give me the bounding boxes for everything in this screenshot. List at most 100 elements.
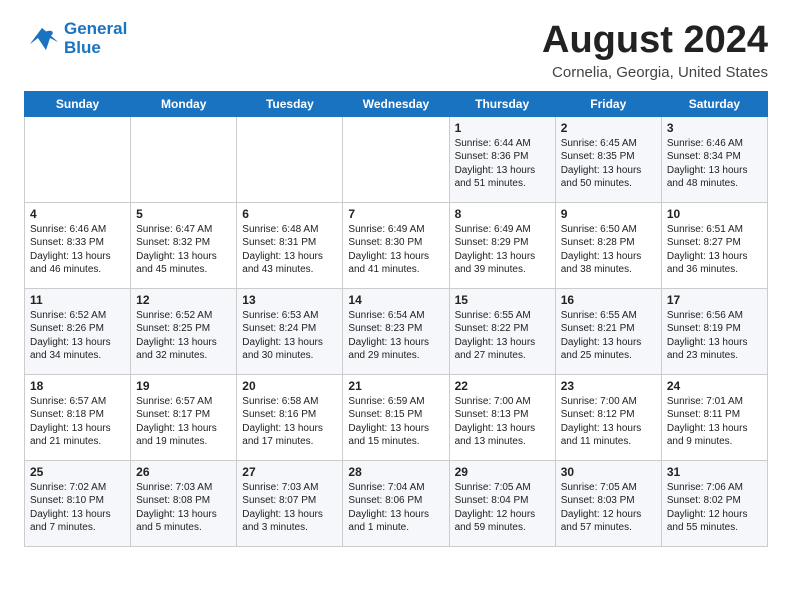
calendar-cell: 28Sunrise: 7:04 AMSunset: 8:06 PMDayligh… <box>343 460 449 546</box>
day-details: Sunrise: 7:01 AMSunset: 8:11 PMDaylight:… <box>667 395 762 449</box>
day-details: Sunrise: 6:57 AMSunset: 8:18 PMDaylight:… <box>30 395 125 449</box>
day-details: Sunrise: 6:52 AMSunset: 8:26 PMDaylight:… <box>30 309 125 363</box>
calendar-header: SundayMondayTuesdayWednesdayThursdayFrid… <box>25 91 768 116</box>
calendar-cell <box>343 116 449 202</box>
day-details: Sunrise: 6:52 AMSunset: 8:25 PMDaylight:… <box>136 309 231 363</box>
day-details: Sunrise: 7:00 AMSunset: 8:13 PMDaylight:… <box>455 395 550 449</box>
day-number: 25 <box>30 465 125 479</box>
calendar-week-2: 4 Sunrise: 6:46 AMSunset: 8:33 PMDaylight… <box>25 202 768 288</box>
day-number: 17 <box>667 293 762 307</box>
day-details: Sunrise: 6:54 AMSunset: 8:23 PMDaylight:… <box>348 309 443 363</box>
day-number: 5 <box>136 207 231 221</box>
calendar-cell: 21Sunrise: 6:59 AMSunset: 8:15 PMDayligh… <box>343 374 449 460</box>
title-block: August 2024 Cornelia, Georgia, United St… <box>542 20 768 81</box>
day-number: 13 <box>242 293 337 307</box>
calendar-cell: 2Sunrise: 6:45 AMSunset: 8:35 PMDaylight… <box>555 116 661 202</box>
calendar-week-3: 11 Sunrise: 6:52 AMSunset: 8:26 PMDayligh… <box>25 288 768 374</box>
calendar-cell: 14 Sunrise: 6:54 AMSunset: 8:23 PMDayligh… <box>343 288 449 374</box>
day-details: Sunrise: 6:46 AMSunset: 8:34 PMDaylight:… <box>667 137 762 191</box>
day-details: Sunrise: 7:03 AMSunset: 8:07 PMDaylight:… <box>242 481 337 535</box>
calendar-cell: 8Sunrise: 6:49 AMSunset: 8:29 PMDaylight… <box>449 202 555 288</box>
logo: General Blue <box>24 20 127 57</box>
day-details: Sunrise: 7:03 AMSunset: 8:08 PMDaylight:… <box>136 481 231 535</box>
calendar-cell: 23 Sunrise: 7:00 AMSunset: 8:12 PMDayligh… <box>555 374 661 460</box>
day-number: 24 <box>667 379 762 393</box>
logo-icon <box>24 24 60 54</box>
day-number: 6 <box>242 207 337 221</box>
day-details: Sunrise: 7:04 AMSunset: 8:06 PMDaylight:… <box>348 481 443 535</box>
day-number: 18 <box>30 379 125 393</box>
day-number: 29 <box>455 465 550 479</box>
calendar-cell <box>131 116 237 202</box>
logo-subtext: Blue <box>64 39 127 58</box>
day-details: Sunrise: 6:47 AMSunset: 8:32 PMDaylight:… <box>136 223 231 277</box>
day-number: 4 <box>30 207 125 221</box>
day-details: Sunrise: 6:53 AMSunset: 8:24 PMDaylight:… <box>242 309 337 363</box>
day-details: Sunrise: 6:46 AMSunset: 8:33 PMDaylight:… <box>30 223 125 277</box>
calendar-cell: 11 Sunrise: 6:52 AMSunset: 8:26 PMDayligh… <box>25 288 131 374</box>
day-details: Sunrise: 6:55 AMSunset: 8:22 PMDaylight:… <box>455 309 550 363</box>
calendar-cell <box>25 116 131 202</box>
calendar-cell: 17 Sunrise: 6:56 AMSunset: 8:19 PMDayligh… <box>661 288 767 374</box>
page-header: General Blue August 2024 Cornelia, Georg… <box>24 20 768 81</box>
day-details: Sunrise: 6:56 AMSunset: 8:19 PMDaylight:… <box>667 309 762 363</box>
day-details: Sunrise: 6:49 AMSunset: 8:29 PMDaylight:… <box>455 223 550 277</box>
calendar-cell: 12 Sunrise: 6:52 AMSunset: 8:25 PMDayligh… <box>131 288 237 374</box>
weekday-header-thursday: Thursday <box>449 91 555 116</box>
day-number: 31 <box>667 465 762 479</box>
calendar-cell: 6 Sunrise: 6:48 AMSunset: 8:31 PMDaylight… <box>237 202 343 288</box>
day-details: Sunrise: 6:44 AMSunset: 8:36 PMDaylight:… <box>455 137 550 191</box>
calendar-cell: 4 Sunrise: 6:46 AMSunset: 8:33 PMDaylight… <box>25 202 131 288</box>
day-number: 12 <box>136 293 231 307</box>
calendar-cell: 24 Sunrise: 7:01 AMSunset: 8:11 PMDayligh… <box>661 374 767 460</box>
day-number: 23 <box>561 379 656 393</box>
day-details: Sunrise: 6:51 AMSunset: 8:27 PMDaylight:… <box>667 223 762 277</box>
calendar-cell: 5 Sunrise: 6:47 AMSunset: 8:32 PMDaylight… <box>131 202 237 288</box>
day-number: 15 <box>455 293 550 307</box>
calendar-body: 1 Sunrise: 6:44 AMSunset: 8:36 PMDaylight… <box>25 116 768 546</box>
calendar-cell: 30 Sunrise: 7:05 AMSunset: 8:03 PMDayligh… <box>555 460 661 546</box>
day-details: Sunrise: 7:00 AMSunset: 8:12 PMDaylight:… <box>561 395 656 449</box>
month-year-title: August 2024 <box>542 20 768 62</box>
calendar-cell: 10 Sunrise: 6:51 AMSunset: 8:27 PMDayligh… <box>661 202 767 288</box>
weekday-header-tuesday: Tuesday <box>237 91 343 116</box>
day-details: Sunrise: 6:58 AMSunset: 8:16 PMDaylight:… <box>242 395 337 449</box>
weekday-row: SundayMondayTuesdayWednesdayThursdayFrid… <box>25 91 768 116</box>
calendar-cell: 26 Sunrise: 7:03 AMSunset: 8:08 PMDayligh… <box>131 460 237 546</box>
weekday-header-monday: Monday <box>131 91 237 116</box>
calendar-cell: 29Sunrise: 7:05 AMSunset: 8:04 PMDayligh… <box>449 460 555 546</box>
day-number: 2 <box>561 121 656 135</box>
calendar-cell: 27 Sunrise: 7:03 AMSunset: 8:07 PMDayligh… <box>237 460 343 546</box>
day-number: 1 <box>455 121 550 135</box>
calendar-table: SundayMondayTuesdayWednesdayThursdayFrid… <box>24 91 768 547</box>
calendar-cell: 31 Sunrise: 7:06 AMSunset: 8:02 PMDayligh… <box>661 460 767 546</box>
day-number: 22 <box>455 379 550 393</box>
weekday-header-wednesday: Wednesday <box>343 91 449 116</box>
calendar-cell: 13 Sunrise: 6:53 AMSunset: 8:24 PMDayligh… <box>237 288 343 374</box>
day-number: 3 <box>667 121 762 135</box>
calendar-cell: 9Sunrise: 6:50 AMSunset: 8:28 PMDaylight… <box>555 202 661 288</box>
day-number: 26 <box>136 465 231 479</box>
day-details: Sunrise: 7:05 AMSunset: 8:03 PMDaylight:… <box>561 481 656 535</box>
weekday-header-saturday: Saturday <box>661 91 767 116</box>
day-details: Sunrise: 6:59 AMSunset: 8:15 PMDaylight:… <box>348 395 443 449</box>
weekday-header-sunday: Sunday <box>25 91 131 116</box>
day-number: 20 <box>242 379 337 393</box>
day-number: 10 <box>667 207 762 221</box>
day-details: Sunrise: 6:48 AMSunset: 8:31 PMDaylight:… <box>242 223 337 277</box>
day-details: Sunrise: 7:06 AMSunset: 8:02 PMDaylight:… <box>667 481 762 535</box>
calendar-week-4: 18 Sunrise: 6:57 AMSunset: 8:18 PMDayligh… <box>25 374 768 460</box>
location-subtitle: Cornelia, Georgia, United States <box>542 64 768 81</box>
calendar-cell: 7 Sunrise: 6:49 AMSunset: 8:30 PMDaylight… <box>343 202 449 288</box>
day-number: 7 <box>348 207 443 221</box>
day-number: 30 <box>561 465 656 479</box>
day-details: Sunrise: 6:50 AMSunset: 8:28 PMDaylight:… <box>561 223 656 277</box>
day-number: 11 <box>30 293 125 307</box>
day-number: 27 <box>242 465 337 479</box>
day-number: 16 <box>561 293 656 307</box>
calendar-cell: 15 Sunrise: 6:55 AMSunset: 8:22 PMDayligh… <box>449 288 555 374</box>
calendar-cell: 25Sunrise: 7:02 AMSunset: 8:10 PMDayligh… <box>25 460 131 546</box>
calendar-cell: 20 Sunrise: 6:58 AMSunset: 8:16 PMDayligh… <box>237 374 343 460</box>
day-number: 14 <box>348 293 443 307</box>
day-details: Sunrise: 6:49 AMSunset: 8:30 PMDaylight:… <box>348 223 443 277</box>
